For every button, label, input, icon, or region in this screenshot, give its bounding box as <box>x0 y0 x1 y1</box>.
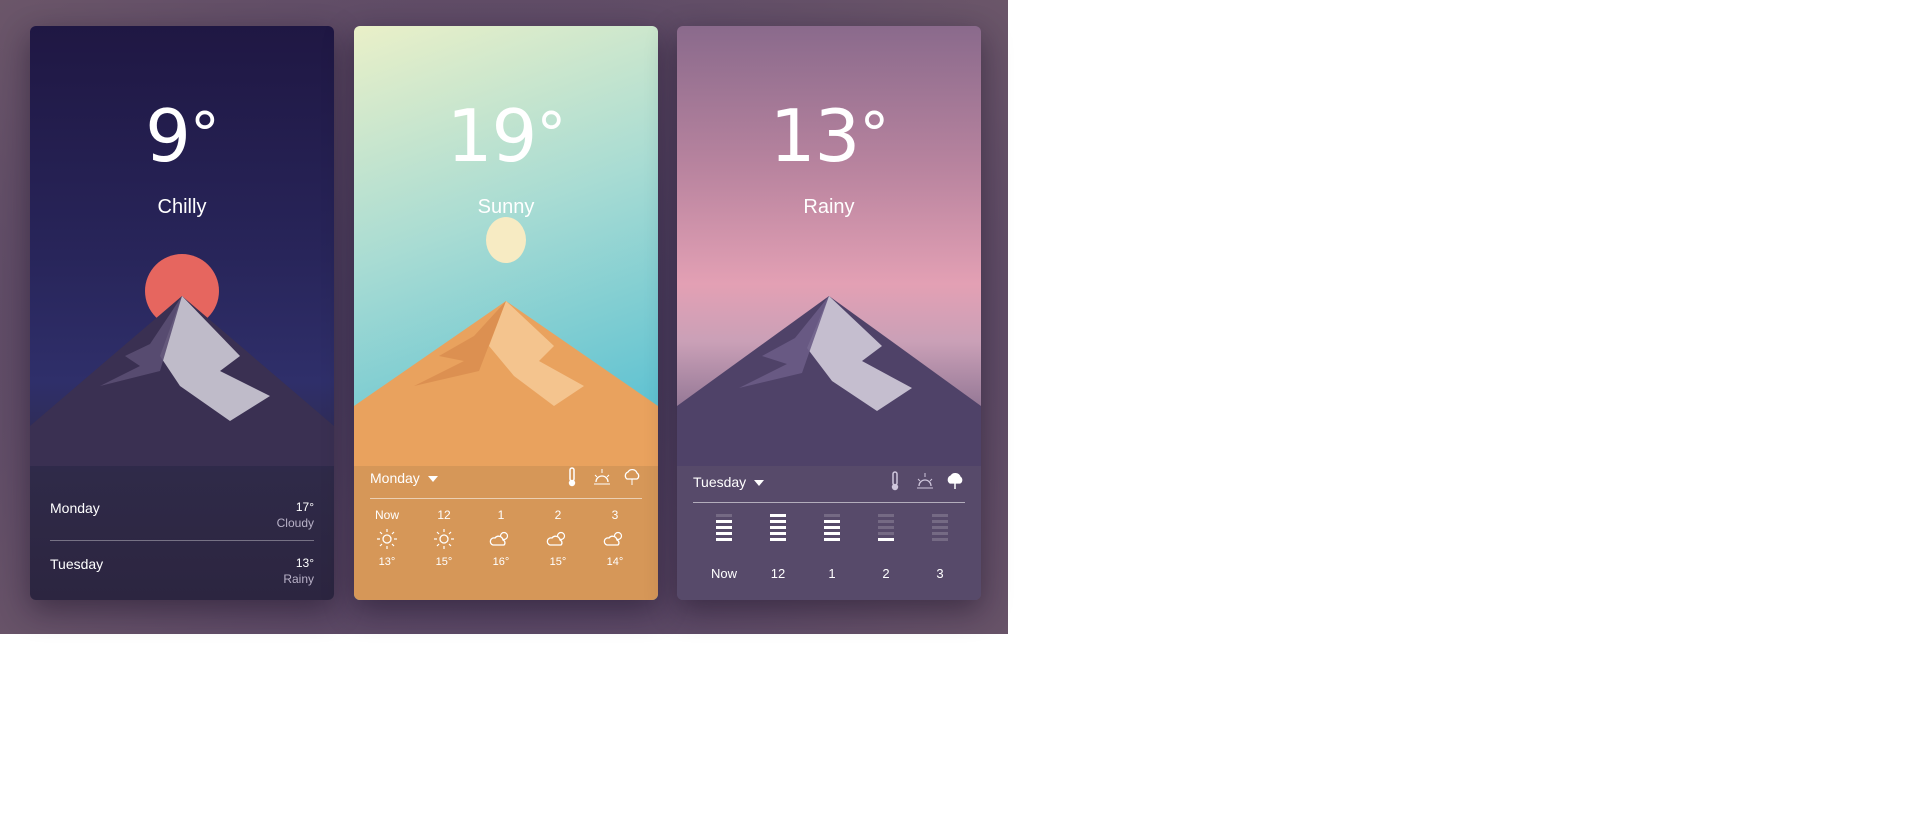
rain-hour: 3 <box>913 514 967 581</box>
day-condition: Cloudy <box>276 516 314 530</box>
rain-cloud-icon[interactable] <box>945 470 965 492</box>
crescent-moon-icon <box>817 222 850 265</box>
rain-bar <box>770 526 786 529</box>
forecast-header: Monday <box>370 466 642 494</box>
divider <box>50 540 314 541</box>
weather-cards-stage: 9° Chilly Monday 17° Cloudy Tuesday 13° … <box>0 0 1008 634</box>
weather-card-sunny[interactable]: 19° Sunny Monday Now 13° 12 15° 1 16° 2 … <box>354 26 658 600</box>
rain-bar <box>770 520 786 523</box>
day-temp: 17° <box>295 500 314 514</box>
rain-cloud-icon[interactable] <box>622 466 642 488</box>
sunrise-icon[interactable] <box>592 466 612 488</box>
day-dropdown[interactable]: Monday <box>370 470 438 486</box>
rain-level-bars <box>878 514 894 554</box>
rain-level-bars <box>716 514 732 554</box>
rain-level-bars <box>824 514 840 554</box>
rain-bar <box>716 514 732 517</box>
rain-level-bars <box>770 514 786 554</box>
rain-bar <box>932 538 948 541</box>
rain-bar <box>932 532 948 535</box>
rain-bar <box>716 520 732 523</box>
day-name: Monday <box>50 500 100 516</box>
rain-panel: Tuesday Now 12 1 2 3 <box>677 466 981 600</box>
forecast-header: Tuesday <box>693 470 965 498</box>
partly-cloudy-icon <box>588 528 642 550</box>
day-dropdown[interactable]: Tuesday <box>693 474 765 490</box>
rain-hour: Now <box>697 514 751 581</box>
caret-down-icon <box>754 480 765 487</box>
rain-bar <box>878 520 894 523</box>
rain-hour: 2 <box>859 514 913 581</box>
rain-bar <box>824 526 840 529</box>
rain-level-bars <box>932 514 948 554</box>
forecast-panel: Monday Now 13° 12 15° 1 16° 2 15° 3 14° <box>354 466 658 600</box>
hour-forecast: 1 16° <box>474 508 528 568</box>
rain-bar <box>770 532 786 535</box>
rain-bar <box>824 538 840 541</box>
rain-bar <box>716 526 732 529</box>
rain-bar <box>770 538 786 541</box>
thermometer-icon[interactable] <box>885 470 905 492</box>
divider <box>693 502 965 503</box>
hour-forecast: Now 13° <box>360 508 414 568</box>
rain-bar <box>878 514 894 517</box>
weather-card-rainy[interactable]: 13° Rainy Tuesday Now 12 1 2 3 <box>677 26 981 600</box>
sun-icon <box>417 528 471 550</box>
divider <box>370 498 642 499</box>
day-condition: Rainy <box>283 572 314 586</box>
rain-bar <box>824 514 840 517</box>
rain-bar <box>878 526 894 529</box>
rain-bar <box>824 520 840 523</box>
rain-bar <box>716 532 732 535</box>
rain-bar <box>932 514 948 517</box>
partly-cloudy-icon <box>474 528 528 550</box>
sun-icon <box>486 217 526 263</box>
rain-bar <box>824 532 840 535</box>
thermometer-icon[interactable] <box>562 466 582 488</box>
rain-bar <box>716 538 732 541</box>
day-temp: 13° <box>295 556 314 570</box>
rain-bar <box>932 520 948 523</box>
weather-card-chilly[interactable]: 9° Chilly Monday 17° Cloudy Tuesday 13° … <box>30 26 334 600</box>
rain-bar <box>878 538 894 541</box>
partly-cloudy-icon <box>531 528 585 550</box>
rain-hour: 1 <box>805 514 859 581</box>
rain-hour: 12 <box>751 514 805 581</box>
hour-forecast: 12 15° <box>417 508 471 568</box>
rain-bar <box>770 514 786 517</box>
day-name: Tuesday <box>50 556 104 572</box>
rain-bar <box>932 526 948 529</box>
hour-forecast: 3 14° <box>588 508 642 568</box>
hour-forecast: 2 15° <box>531 508 585 568</box>
sun-icon <box>360 528 414 550</box>
sunrise-icon[interactable] <box>915 470 935 492</box>
caret-down-icon <box>427 476 438 483</box>
rain-bar <box>878 532 894 535</box>
